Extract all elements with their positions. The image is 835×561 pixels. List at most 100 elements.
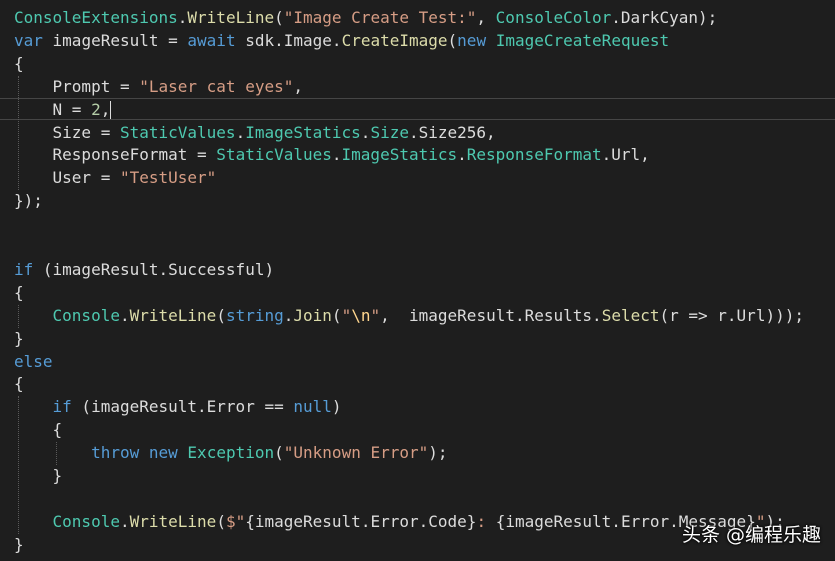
code-token: ))); bbox=[765, 305, 804, 325]
code-token: Error bbox=[620, 511, 670, 531]
code-line[interactable]: { bbox=[14, 419, 63, 442]
code-token: ( bbox=[447, 30, 458, 50]
code-token: Join bbox=[293, 305, 332, 325]
code-token: . bbox=[601, 145, 612, 165]
current-line-highlight bbox=[0, 98, 835, 120]
code-token: , bbox=[100, 99, 111, 119]
text-caret bbox=[110, 101, 112, 120]
code-line[interactable]: else bbox=[14, 351, 53, 374]
code-line[interactable]: if (imageResult.Error == null) bbox=[14, 396, 342, 419]
code-token: StaticValues bbox=[119, 122, 236, 142]
code-token: $" bbox=[225, 511, 246, 531]
code-token: Exception bbox=[187, 443, 275, 463]
code-line[interactable]: Prompt = "Laser cat eyes", bbox=[14, 76, 303, 99]
code-line[interactable]: } bbox=[14, 328, 24, 351]
code-token: , bbox=[486, 122, 496, 142]
code-token: }); bbox=[14, 191, 43, 211]
watermark-text: 头条 @编程乐趣 bbox=[681, 524, 821, 546]
code-token: Url bbox=[736, 305, 766, 325]
code-token: , imageResult. bbox=[380, 305, 525, 325]
code-token: null bbox=[293, 397, 332, 417]
code-token: " bbox=[370, 305, 381, 325]
code-token: . bbox=[457, 145, 467, 165]
code-token: ( bbox=[216, 305, 226, 325]
code-token: {imageResult. bbox=[495, 511, 621, 531]
code-token: Console bbox=[52, 511, 120, 531]
code-token: DarkCyan bbox=[620, 8, 698, 27]
code-token: ( bbox=[274, 443, 284, 463]
code-token: { bbox=[14, 374, 24, 394]
code-token: N = bbox=[14, 99, 92, 119]
code-token: . bbox=[119, 305, 130, 325]
code-token: Size256 bbox=[418, 122, 487, 142]
code-line[interactable]: throw new Exception("Unknown Error"); bbox=[14, 442, 448, 465]
code-line[interactable]: } bbox=[14, 534, 24, 557]
code-token: ) bbox=[264, 259, 275, 279]
code-token: new bbox=[148, 443, 178, 463]
code-line[interactable]: } bbox=[14, 465, 63, 488]
code-token: . bbox=[669, 511, 679, 531]
code-token: Size = bbox=[14, 122, 120, 142]
code-token: ResponseFormat bbox=[466, 145, 602, 165]
code-editor[interactable]: ConsoleExtensions.WriteLine("Image Creat… bbox=[0, 0, 835, 561]
code-token: User = bbox=[14, 168, 120, 188]
code-line[interactable]: N = 2, bbox=[14, 99, 112, 122]
code-token: WriteLine bbox=[129, 511, 217, 531]
code-line[interactable]: ResponseFormat = StaticValues.ImageStati… bbox=[14, 144, 650, 167]
code-line[interactable]: Console.WriteLine(string.Join("\n", imag… bbox=[14, 305, 804, 328]
code-token: . bbox=[418, 511, 429, 531]
code-token: ResponseFormat = bbox=[14, 145, 217, 165]
code-line[interactable]: ConsoleExtensions.WriteLine("Image Creat… bbox=[14, 7, 717, 30]
code-line[interactable]: }); bbox=[14, 190, 43, 213]
code-token: . bbox=[283, 305, 294, 325]
code-line[interactable]: User = "TestUser" bbox=[14, 167, 217, 190]
code-token: Console bbox=[52, 305, 120, 325]
code-token: WriteLine bbox=[129, 305, 217, 325]
code-token: if bbox=[14, 259, 34, 279]
code-token: . bbox=[177, 8, 188, 27]
code-token: ImageCreateRequest bbox=[495, 30, 670, 50]
code-token: . bbox=[119, 511, 130, 531]
code-line[interactable]: { bbox=[14, 282, 24, 305]
code-token: ); bbox=[428, 443, 448, 463]
code-token: , bbox=[293, 76, 303, 96]
code-line[interactable]: Size = StaticValues.ImageStatics.Size.Si… bbox=[14, 122, 496, 145]
code-token: CreateImage bbox=[341, 30, 448, 50]
code-line[interactable]: Console.WriteLine($"{imageResult.Error.C… bbox=[14, 511, 785, 534]
code-token: Results bbox=[524, 305, 593, 325]
code-token: if bbox=[52, 397, 72, 417]
code-token: { bbox=[14, 420, 63, 440]
code-token: Url bbox=[611, 145, 641, 165]
code-token: ImageStatics bbox=[245, 122, 361, 142]
code-line[interactable]: if (imageResult.Successful) bbox=[14, 259, 274, 282]
code-token: ( bbox=[331, 305, 342, 325]
code-token: throw bbox=[91, 443, 140, 463]
code-token: Error bbox=[206, 397, 255, 417]
code-token: \n bbox=[351, 305, 371, 325]
code-token: Image bbox=[283, 30, 332, 50]
code-token: var bbox=[14, 30, 43, 50]
code-token: : bbox=[476, 511, 496, 531]
code-token: Error bbox=[370, 511, 419, 531]
code-line[interactable]: { bbox=[14, 53, 24, 76]
code-token: (r => r. bbox=[659, 305, 737, 325]
code-token: StaticValues bbox=[216, 145, 332, 165]
code-line[interactable]: { bbox=[14, 373, 24, 396]
code-token: "Unknown Error" bbox=[283, 443, 429, 463]
code-token: == bbox=[254, 397, 294, 417]
code-token: ConsoleExtensions bbox=[14, 8, 178, 27]
code-token: (imageResult. bbox=[33, 259, 169, 279]
code-token: , bbox=[476, 8, 496, 27]
code-token: string bbox=[225, 305, 284, 325]
code-token: } bbox=[14, 328, 24, 348]
code-token: Successful bbox=[168, 259, 265, 279]
code-token: { bbox=[14, 282, 24, 302]
code-token: } bbox=[14, 534, 24, 554]
code-line[interactable]: var imageResult = await sdk.Image.Create… bbox=[14, 30, 669, 53]
code-token: ); bbox=[697, 8, 718, 27]
